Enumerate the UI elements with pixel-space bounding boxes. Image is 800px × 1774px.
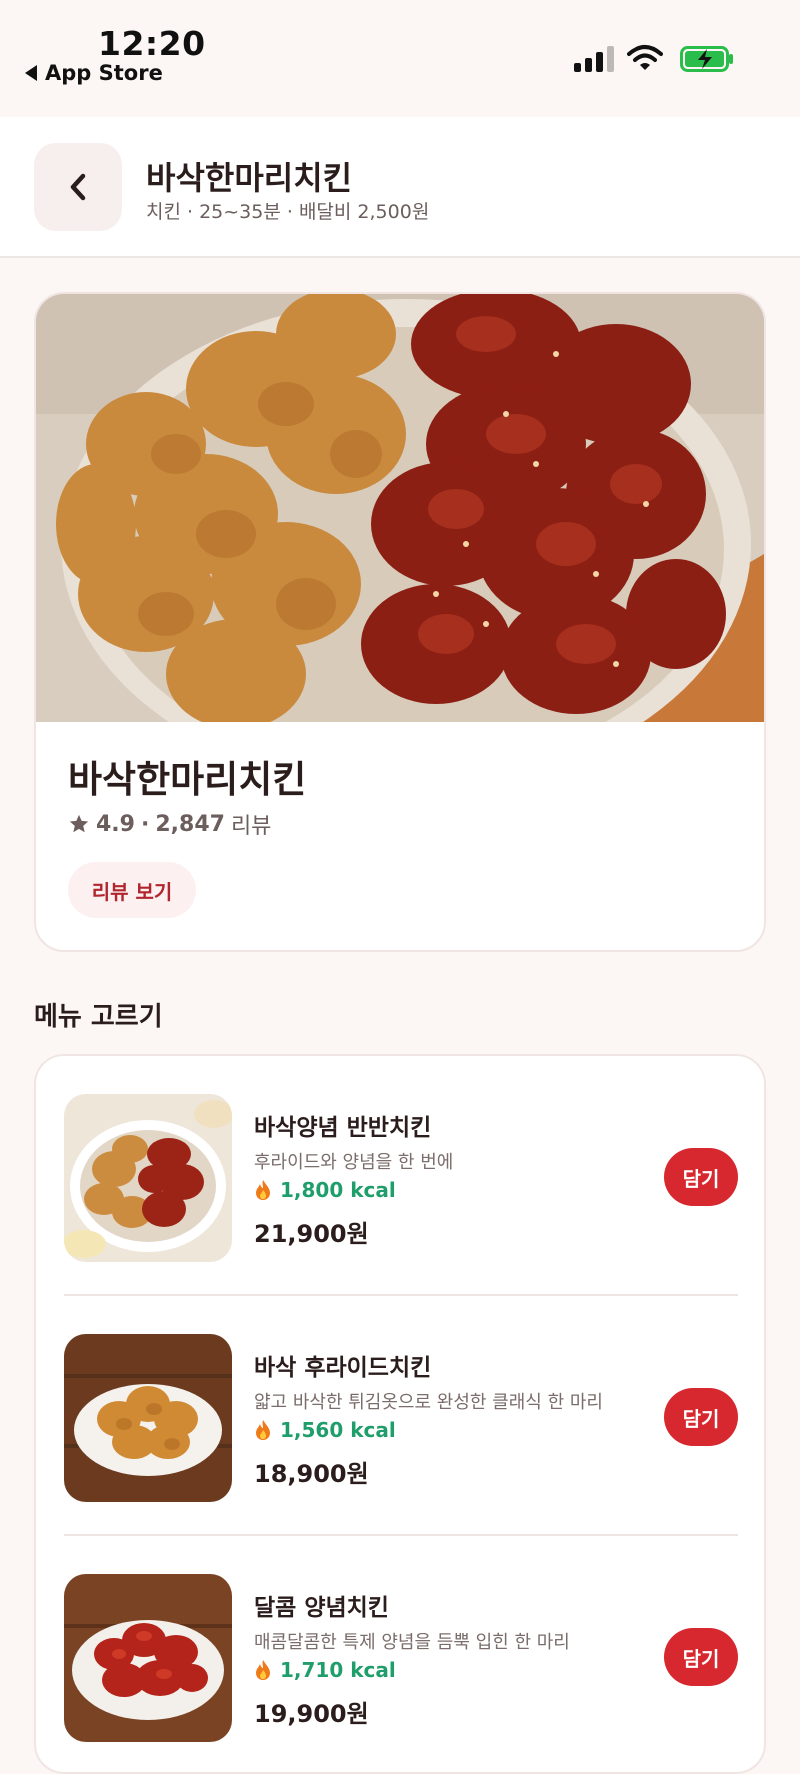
fried-chicken-photo xyxy=(64,1334,232,1502)
menu-list-card: 바삭양념 반반치킨 후라이드와 양념을 한 번에 1,800 kcal 21,9… xyxy=(34,1054,766,1774)
store-hero-card: 바삭한마리치킨 4.9 · 2,847 리뷰 리뷰 보기 xyxy=(34,292,766,952)
menu-item-name: 달콤 양념치킨 xyxy=(254,1595,389,1621)
review-count-label: 리뷰 xyxy=(230,814,272,839)
menu-divider xyxy=(64,1294,738,1296)
chicken-platter-photo xyxy=(36,294,764,722)
add-to-cart-button[interactable]: 담기 xyxy=(664,1628,738,1686)
sweet-seasoned-chicken-photo xyxy=(64,1574,232,1742)
flame-icon xyxy=(256,1660,270,1680)
menu-item-price: 21,900원 xyxy=(254,1220,369,1248)
menu-item-kcal-value: 1,710 kcal xyxy=(280,1658,396,1682)
half-half-chicken-photo xyxy=(64,1094,232,1262)
battery-charging-icon xyxy=(680,46,733,72)
back-button[interactable] xyxy=(34,143,122,231)
store-header: 바삭한마리치킨 치킨 · 25~35분 · 배달비 2,500원 xyxy=(0,117,800,258)
menu-item-kcal: 1,710 kcal xyxy=(254,1658,396,1682)
star-icon xyxy=(69,814,89,833)
menu-item[interactable]: 바삭 후라이드치킨 얇고 바삭한 튀김옷으로 완성한 클래식 한 마리 1,56… xyxy=(64,1334,738,1502)
menu-item-name: 바삭 후라이드치킨 xyxy=(254,1355,432,1381)
back-chevron-icon xyxy=(70,173,86,201)
signal-icon xyxy=(574,46,614,72)
store-rating: 4.9 · 2,847 리뷰 xyxy=(68,808,271,840)
menu-divider xyxy=(64,1534,738,1536)
menu-item-kcal-value: 1,800 kcal xyxy=(280,1178,396,1202)
store-meta: 치킨 · 25~35분 · 배달비 2,500원 xyxy=(146,201,430,223)
menu-item-kcal-value: 1,560 kcal xyxy=(280,1418,396,1442)
menu-item-price: 19,900원 xyxy=(254,1700,369,1728)
menu-item-name: 바삭양념 반반치킨 xyxy=(254,1115,432,1141)
flame-icon xyxy=(256,1180,270,1200)
rating-value: 4.9 xyxy=(96,811,135,837)
back-triangle-icon xyxy=(25,65,37,81)
review-count: 2,847 xyxy=(155,811,225,837)
menu-section-title: 메뉴 고르기 xyxy=(34,1002,163,1032)
rating-separator: · xyxy=(140,811,150,837)
back-to-app-label: App Store xyxy=(45,61,163,85)
menu-item-desc: 얇고 바삭한 튀김옷으로 완성한 클래식 한 마리 xyxy=(254,1392,603,1413)
menu-item[interactable]: 달콤 양념치킨 매콤달콤한 특제 양념을 듬뿍 입힌 한 마리 1,710 kc… xyxy=(64,1574,738,1742)
menu-item-desc: 매콤달콤한 특제 양념을 듬뿍 입힌 한 마리 xyxy=(254,1632,570,1653)
menu-item[interactable]: 바삭양념 반반치킨 후라이드와 양념을 한 번에 1,800 kcal 21,9… xyxy=(64,1094,738,1262)
menu-item-kcal: 1,800 kcal xyxy=(254,1178,396,1202)
wifi-icon xyxy=(627,45,663,70)
status-time: 12:20 xyxy=(98,24,206,63)
page-title: 바삭한마리치킨 xyxy=(146,159,353,197)
flame-icon xyxy=(256,1420,270,1440)
menu-item-desc: 후라이드와 양념을 한 번에 xyxy=(254,1152,454,1173)
menu-item-price: 18,900원 xyxy=(254,1460,369,1488)
store-name: 바삭한마리치킨 xyxy=(68,758,307,801)
add-to-cart-button[interactable]: 담기 xyxy=(664,1148,738,1206)
status-bar: 12:20 App Store xyxy=(0,0,800,117)
back-to-app-store[interactable]: App Store xyxy=(25,61,163,85)
view-reviews-button[interactable]: 리뷰 보기 xyxy=(68,862,196,918)
menu-item-kcal: 1,560 kcal xyxy=(254,1418,396,1442)
add-to-cart-button[interactable]: 담기 xyxy=(664,1388,738,1446)
